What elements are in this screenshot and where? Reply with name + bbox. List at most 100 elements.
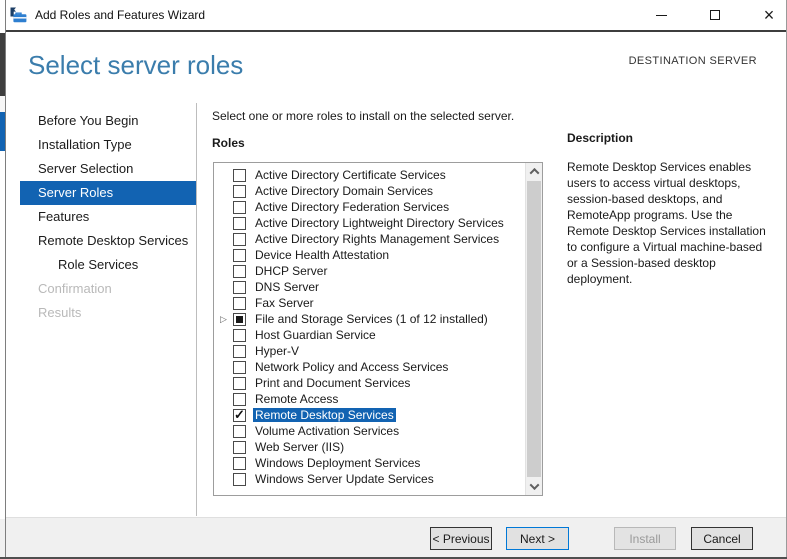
- chevron-down-icon: [530, 480, 540, 490]
- role-label[interactable]: Network Policy and Access Services: [253, 360, 450, 374]
- close-button[interactable]: ×: [759, 5, 779, 25]
- role-label[interactable]: Device Health Attestation: [253, 248, 391, 262]
- role-row[interactable]: Remote Desktop Services: [214, 407, 525, 423]
- role-label[interactable]: Fax Server: [253, 296, 316, 310]
- role-checkbox[interactable]: [233, 169, 246, 182]
- role-checkbox[interactable]: [233, 473, 246, 486]
- role-checkbox[interactable]: [233, 393, 246, 406]
- wizard-step-item[interactable]: Confirmation: [20, 277, 196, 301]
- role-row[interactable]: Windows Deployment Services: [214, 455, 525, 471]
- role-row[interactable]: Active Directory Federation Services: [214, 199, 525, 215]
- wizard-step-item[interactable]: Installation Type: [20, 133, 196, 157]
- role-label[interactable]: Hyper-V: [253, 344, 301, 358]
- role-label[interactable]: Host Guardian Service: [253, 328, 378, 342]
- roles-listbox: Active Directory Certificate Services Ac…: [213, 162, 543, 496]
- scroll-up-button[interactable]: [526, 163, 543, 180]
- role-checkbox[interactable]: [233, 281, 246, 294]
- role-checkbox[interactable]: [233, 217, 246, 230]
- role-label[interactable]: Print and Document Services: [253, 376, 412, 390]
- role-label[interactable]: Active Directory Certificate Services: [253, 168, 448, 182]
- role-checkbox[interactable]: [233, 345, 246, 358]
- role-checkbox[interactable]: [233, 249, 246, 262]
- edge-segment: [0, 33, 5, 96]
- window-title: Add Roles and Features Wizard: [35, 8, 205, 22]
- maximize-button[interactable]: [705, 5, 725, 25]
- wizard-step-item[interactable]: Server Selection: [20, 157, 196, 181]
- role-row[interactable]: Windows Server Update Services: [214, 471, 525, 487]
- wizard-step-item[interactable]: Results: [20, 301, 196, 325]
- description-body: Remote Desktop Services enables users to…: [567, 159, 768, 287]
- minimize-icon: [656, 15, 667, 16]
- role-label[interactable]: Windows Server Update Services: [253, 472, 436, 486]
- scrollbar-thumb[interactable]: [527, 181, 541, 477]
- role-label[interactable]: Remote Access: [253, 392, 340, 406]
- description-heading: Description: [567, 131, 768, 145]
- role-label[interactable]: Active Directory Federation Services: [253, 200, 451, 214]
- role-label[interactable]: Remote Desktop Services: [253, 408, 396, 422]
- roles-scrollbar[interactable]: [525, 163, 542, 495]
- role-row[interactable]: Hyper-V: [214, 343, 525, 359]
- role-label[interactable]: Active Directory Rights Management Servi…: [253, 232, 501, 246]
- role-row[interactable]: Host Guardian Service: [214, 327, 525, 343]
- role-checkbox[interactable]: [233, 457, 246, 470]
- role-row[interactable]: Device Health Attestation: [214, 247, 525, 263]
- role-row[interactable]: Web Server (IIS): [214, 439, 525, 455]
- role-label[interactable]: DNS Server: [253, 280, 321, 294]
- role-row[interactable]: Network Policy and Access Services: [214, 359, 525, 375]
- footer-bar: < Previous Next > Install Cancel: [6, 517, 787, 559]
- role-row[interactable]: Active Directory Domain Services: [214, 183, 525, 199]
- description-panel: Description Remote Desktop Services enab…: [567, 131, 768, 287]
- role-checkbox[interactable]: [233, 409, 246, 422]
- wizard-button[interactable]: Next >: [506, 527, 569, 550]
- vertical-divider: [196, 103, 197, 516]
- wizard-step-item[interactable]: Features: [20, 205, 196, 229]
- role-checkbox[interactable]: [233, 313, 246, 326]
- role-row[interactable]: File and Storage Services (1 of 12 insta…: [214, 311, 525, 327]
- role-row[interactable]: Print and Document Services: [214, 375, 525, 391]
- roles-list-label: Roles: [212, 136, 245, 150]
- role-label[interactable]: Web Server (IIS): [253, 440, 346, 454]
- role-checkbox[interactable]: [233, 297, 246, 310]
- role-row[interactable]: Volume Activation Services: [214, 423, 525, 439]
- role-row[interactable]: DNS Server: [214, 279, 525, 295]
- wizard-button[interactable]: < Previous: [430, 527, 492, 550]
- minimize-button[interactable]: [651, 5, 671, 25]
- wizard-step-nav: Before You BeginInstallation TypeServer …: [20, 109, 196, 325]
- role-row[interactable]: Active Directory Rights Management Servi…: [214, 231, 525, 247]
- wizard-button[interactable]: Cancel: [691, 527, 753, 550]
- background-window-edge: [0, 0, 6, 559]
- role-label[interactable]: Active Directory Lightweight Directory S…: [253, 216, 506, 230]
- wizard-step-item[interactable]: Before You Begin: [20, 109, 196, 133]
- wizard-step-item[interactable]: Server Roles: [20, 181, 196, 205]
- role-checkbox[interactable]: [233, 201, 246, 214]
- role-checkbox[interactable]: [233, 441, 246, 454]
- role-checkbox[interactable]: [233, 233, 246, 246]
- role-row[interactable]: Active Directory Certificate Services: [214, 167, 525, 183]
- role-label[interactable]: File and Storage Services (1 of 12 insta…: [253, 312, 490, 326]
- role-checkbox[interactable]: [233, 265, 246, 278]
- scroll-down-button[interactable]: [526, 478, 543, 495]
- instruction-text: Select one or more roles to install on t…: [212, 109, 514, 123]
- role-checkbox[interactable]: [233, 329, 246, 342]
- roles-rows: Active Directory Certificate Services Ac…: [214, 167, 525, 487]
- role-label[interactable]: DHCP Server: [253, 264, 329, 278]
- role-checkbox[interactable]: [233, 361, 246, 374]
- edge-segment: [0, 112, 5, 151]
- wizard-step-item[interactable]: Role Services: [20, 253, 196, 277]
- wizard-button[interactable]: Install: [614, 527, 676, 550]
- role-label[interactable]: Windows Deployment Services: [253, 456, 422, 470]
- role-row[interactable]: Fax Server: [214, 295, 525, 311]
- edge-segment: [0, 519, 5, 559]
- role-checkbox[interactable]: [233, 377, 246, 390]
- expand-triangle-icon[interactable]: [220, 313, 233, 326]
- maximize-icon: [710, 10, 720, 20]
- role-row[interactable]: Active Directory Lightweight Directory S…: [214, 215, 525, 231]
- role-label[interactable]: Active Directory Domain Services: [253, 184, 435, 198]
- role-row[interactable]: DHCP Server: [214, 263, 525, 279]
- add-roles-features-wizard: { "window": { "title": "Add Roles and Fe…: [0, 0, 787, 559]
- role-row[interactable]: Remote Access: [214, 391, 525, 407]
- wizard-step-item[interactable]: Remote Desktop Services: [20, 229, 196, 253]
- role-checkbox[interactable]: [233, 185, 246, 198]
- role-label[interactable]: Volume Activation Services: [253, 424, 401, 438]
- role-checkbox[interactable]: [233, 425, 246, 438]
